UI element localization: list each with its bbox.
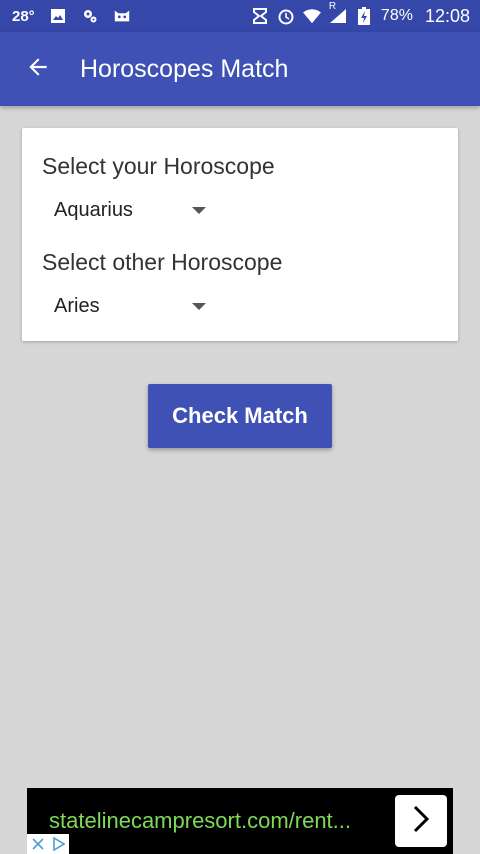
alarm-icon <box>277 7 295 25</box>
page-title: Horoscopes Match <box>80 54 289 83</box>
ad-choices[interactable] <box>27 834 69 854</box>
your-horoscope-value: Aquarius <box>54 198 133 221</box>
status-bar: 28° R 78% 12:08 <box>0 0 480 32</box>
your-horoscope-dropdown[interactable]: Aquarius <box>44 190 214 230</box>
other-horoscope-value: Aries <box>54 294 100 317</box>
status-bar-right: R 78% 12:08 <box>251 1 470 27</box>
signal-roaming-label: R <box>328 1 337 12</box>
battery-charging-icon <box>355 7 373 25</box>
other-horoscope-dropdown[interactable]: Aries <box>44 286 214 326</box>
dropdown-arrow-icon <box>192 206 206 214</box>
image-icon <box>49 7 67 25</box>
wifi-icon <box>302 7 321 25</box>
horoscope-selection-card: Select your Horoscope Aquarius Select ot… <box>22 128 458 341</box>
back-button[interactable] <box>10 41 66 97</box>
chevron-right-icon <box>410 804 432 839</box>
your-horoscope-label: Select your Horoscope <box>42 153 275 179</box>
settings-gear-icon <box>81 7 99 25</box>
hourglass-icon <box>251 7 269 25</box>
close-icon[interactable] <box>30 836 46 852</box>
ad-link-text[interactable]: statelinecampresort.com/rent... <box>49 808 395 834</box>
other-horoscope-label: Select other Horoscope <box>42 249 283 275</box>
status-bar-left: 28° <box>12 7 131 25</box>
cat-icon <box>113 7 131 25</box>
ad-info-icon[interactable] <box>51 836 67 852</box>
arrow-back-icon <box>25 54 51 85</box>
check-match-button[interactable]: Check Match <box>148 384 332 448</box>
temperature-text: 28° <box>12 7 35 25</box>
ad-banner[interactable]: statelinecampresort.com/rent... <box>27 788 453 854</box>
dropdown-arrow-icon <box>192 302 206 310</box>
battery-percent-text: 78% <box>380 7 413 24</box>
clock-text: 12:08 <box>424 5 470 26</box>
ad-open-button[interactable] <box>395 795 447 847</box>
signal-icon: R <box>329 1 347 25</box>
app-bar: Horoscopes Match <box>0 32 480 106</box>
